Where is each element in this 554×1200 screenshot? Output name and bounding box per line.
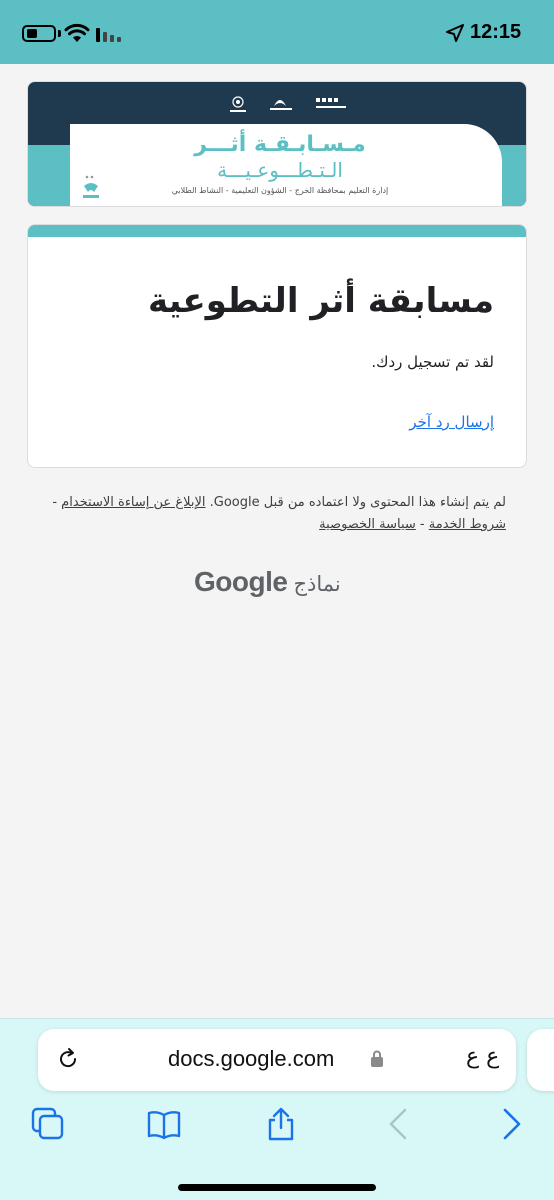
wifi-icon [64,23,90,42]
banner-teal-left [28,145,70,206]
report-abuse-link[interactable]: الإبلاغ عن إساءة الاستخدام [61,495,205,510]
location-arrow-icon [446,24,464,42]
tabs-icon[interactable] [30,1106,66,1142]
banner-tagline: إدارة التعليم بمحافظة الخرج - الشؤون الت… [171,186,389,195]
form-title: مسابقة أثر التطوعية [148,281,494,321]
chevron-left-icon[interactable] [380,1106,416,1142]
form-header-banner: مـسـابـقـة أثـــر الـتـطـــوعـيـــة إدار… [27,81,527,207]
battery-cap [58,30,61,37]
battery-icon [22,25,56,42]
home-indicator [178,1184,376,1191]
confirmation-message: لقد تم تسجيل ردك. [371,353,494,371]
google-wordmark: Google [194,566,288,597]
next-tab-address-bar[interactable] [527,1029,554,1091]
share-icon[interactable] [263,1106,299,1142]
forms-wordmark: نماذج [293,572,341,596]
forms-footer: لم يتم إنشاء هذا المحتوى ولا اعتماده من … [36,492,506,536]
privacy-policy-link[interactable]: سياسة الخصوصية [319,517,416,532]
organization-logos [230,96,346,112]
volunteer-logo-icon [83,175,99,198]
terms-of-service-link[interactable]: شروط الخدمة [429,517,506,532]
status-time: 12:15 [470,21,522,43]
text-size-button[interactable]: ع ع [466,1044,499,1069]
signal-icon [96,28,121,42]
footer-separator: - [415,517,429,532]
banner-subtitle: الـتـطـــوعـيـــة [217,158,343,182]
chevron-right-icon[interactable] [494,1106,530,1142]
confirmation-card: مسابقة أثر التطوعية لقد تم تسجيل ردك. إر… [27,224,527,468]
url-text[interactable]: docs.google.com [168,1046,334,1072]
google-forms-logo[interactable]: Google نماذج [194,566,364,602]
submit-another-response-link[interactable]: إرسال رد آخر [409,413,494,431]
card-accent-bar [28,225,526,237]
lock-icon [371,1050,383,1067]
reload-icon[interactable] [56,1047,80,1071]
banner-title: مـسـابـقـة أثـــر [194,132,366,157]
footer-separator: - [52,495,62,510]
footer-disclaimer: لم يتم إنشاء هذا المحتوى ولا اعتماده من … [209,495,506,510]
book-icon[interactable] [146,1106,182,1142]
